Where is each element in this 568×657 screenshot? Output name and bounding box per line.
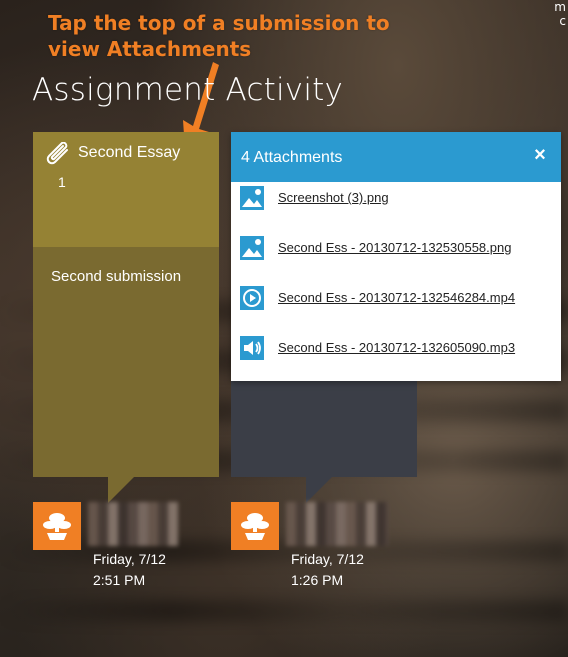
- submission-time: 2:51 PM: [93, 572, 146, 588]
- background-stripe: [0, 540, 568, 562]
- attachment-name: Screenshot (3).png: [278, 190, 389, 205]
- image-file-icon: [240, 186, 264, 210]
- attachment-item[interactable]: Screenshot (3).png: [239, 185, 549, 215]
- background-stripe: [0, 600, 568, 622]
- corner-text: mc: [554, 0, 566, 28]
- annotation-callout: Tap the top of a submission to view Atta…: [48, 11, 390, 61]
- card-pointer: [108, 477, 134, 503]
- submission-date: Friday, 7/12: [93, 551, 166, 567]
- submission-card: Second Essay 1 Second submission: [33, 132, 219, 477]
- attachment-name: Second Ess - 20130712-132546284.mp4: [278, 290, 516, 305]
- submission-time: 1:26 PM: [291, 572, 344, 588]
- paperclip-icon: [46, 142, 68, 165]
- bonsai-icon: [43, 513, 71, 540]
- attachment-item[interactable]: Second Ess - 20130712-132546284.mp4: [239, 285, 549, 315]
- video-file-icon: [240, 286, 264, 310]
- author-name-redacted: [286, 502, 388, 546]
- author-name-redacted: [88, 502, 178, 546]
- attachments-title: 4 Attachments: [241, 149, 343, 166]
- submission-text: Second submission: [51, 268, 182, 285]
- attachments-panel-header: 4 Attachments ×: [231, 132, 561, 182]
- attachments-panel: 4 Attachments × Screenshot (3).png Secon…: [231, 132, 561, 381]
- bonsai-icon: [241, 513, 269, 540]
- submission-title: Second Essay: [78, 144, 181, 161]
- image-file-icon: [240, 236, 264, 260]
- attachment-name: Second Ess - 20130712-132530558.png: [278, 240, 512, 255]
- submission-card-header[interactable]: Second Essay 1: [33, 132, 219, 247]
- close-button[interactable]: ×: [529, 144, 551, 166]
- attachment-name: Second Ess - 20130712-132605090.mp3: [278, 340, 516, 355]
- avatar[interactable]: [231, 502, 279, 550]
- attachment-item[interactable]: Second Ess - 20130712-132530558.png: [239, 235, 549, 265]
- avatar[interactable]: [33, 502, 81, 550]
- audio-file-icon: [240, 336, 264, 360]
- submission-date: Friday, 7/12: [291, 551, 364, 567]
- card-pointer: [306, 477, 332, 503]
- page-title: Assignment Activity: [32, 72, 344, 108]
- attachment-item[interactable]: Second Ess - 20130712-132605090.mp3: [239, 335, 549, 365]
- attachment-count: 1: [58, 174, 66, 190]
